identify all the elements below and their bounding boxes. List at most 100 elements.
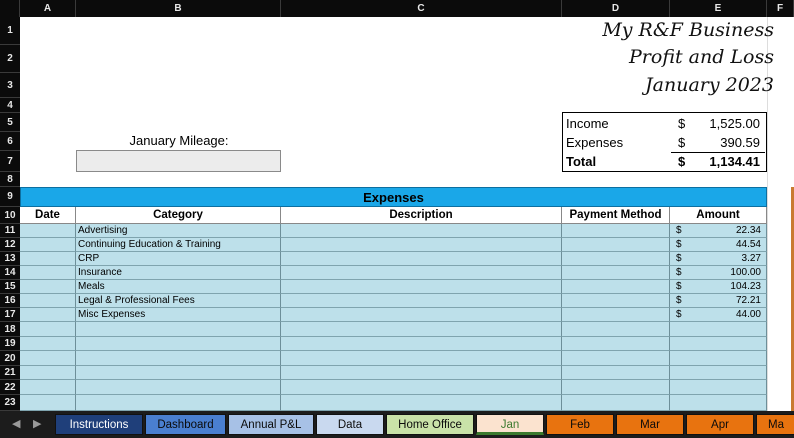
cell-amount-row-12[interactable] — [670, 380, 767, 395]
row-header-2[interactable]: 2 — [0, 45, 20, 73]
cell-description-row-5[interactable] — [281, 280, 562, 294]
row-header-4[interactable]: 4 — [0, 98, 20, 113]
row-header-20[interactable]: 20 — [0, 351, 20, 366]
row-header-1[interactable]: 1 — [0, 17, 20, 45]
cell-date-row-1[interactable] — [20, 224, 76, 238]
cell-payment-row-6[interactable] — [562, 294, 670, 308]
row-header-12[interactable]: 12 — [0, 238, 20, 252]
column-header-f[interactable]: F — [767, 0, 794, 17]
row-header-13[interactable]: 13 — [0, 252, 20, 266]
scroll-tabs-left-icon[interactable]: ◀ — [12, 417, 20, 430]
cell-date-row-6[interactable] — [20, 294, 76, 308]
cell-category-row-2[interactable]: Continuing Education & Training — [76, 238, 281, 252]
column-header-e[interactable]: E — [670, 0, 767, 17]
cell-date-row-12[interactable] — [20, 380, 76, 395]
cell-date-row-3[interactable] — [20, 252, 76, 266]
cell-payment-row-4[interactable] — [562, 266, 670, 280]
cell-date-row-9[interactable] — [20, 337, 76, 351]
select-all-corner[interactable] — [0, 0, 20, 17]
cell-payment-row-10[interactable] — [562, 351, 670, 366]
total-row[interactable]: Total $ 1,134.41 — [563, 152, 766, 171]
sheet-tab-apr[interactable]: Apr — [686, 414, 754, 435]
row-header-17[interactable]: 17 — [0, 308, 20, 322]
row-header-16[interactable]: 16 — [0, 294, 20, 308]
sheet-tab-instructions[interactable]: Instructions — [55, 414, 143, 435]
cell-category-row-6[interactable]: Legal & Professional Fees — [76, 294, 281, 308]
cell-date-row-7[interactable] — [20, 308, 76, 322]
row-header-11[interactable]: 11 — [0, 224, 20, 238]
scroll-tabs-right-icon[interactable]: ▶ — [33, 417, 41, 430]
cell-date-row-13[interactable] — [20, 395, 76, 411]
cell-description-row-2[interactable] — [281, 238, 562, 252]
sheet-tab-mar[interactable]: Mar — [616, 414, 684, 435]
cell-description-row-8[interactable] — [281, 322, 562, 337]
column-header-d[interactable]: D — [562, 0, 670, 17]
cell-description-row-11[interactable] — [281, 366, 562, 380]
cell-amount-row-13[interactable] — [670, 395, 767, 411]
cell-description-row-3[interactable] — [281, 252, 562, 266]
column-header-b[interactable]: B — [76, 0, 281, 17]
cell-payment-row-11[interactable] — [562, 366, 670, 380]
cell-category-row-3[interactable]: CRP — [76, 252, 281, 266]
row-header-18[interactable]: 18 — [0, 322, 20, 337]
mileage-input[interactable] — [76, 150, 281, 172]
cell-amount-row-8[interactable] — [670, 322, 767, 337]
expenses-band-title[interactable]: Expenses — [20, 187, 767, 207]
row-header-21[interactable]: 21 — [0, 366, 20, 380]
cell-category-row-7[interactable]: Misc Expenses — [76, 308, 281, 322]
row-header-23[interactable]: 23 — [0, 395, 20, 411]
cell-payment-row-9[interactable] — [562, 337, 670, 351]
cell-description-row-12[interactable] — [281, 380, 562, 395]
cell-category-row-8[interactable] — [76, 322, 281, 337]
row-header-22[interactable]: 22 — [0, 380, 20, 395]
cell-date-row-11[interactable] — [20, 366, 76, 380]
cell-payment-row-2[interactable] — [562, 238, 670, 252]
cell-category-row-10[interactable] — [76, 351, 281, 366]
sheet-tab-annual-p-l[interactable]: Annual P&L — [228, 414, 314, 435]
cell-description-row-10[interactable] — [281, 351, 562, 366]
row-header-8[interactable]: 8 — [0, 172, 20, 187]
header-category[interactable]: Category — [76, 207, 281, 224]
cell-date-row-5[interactable] — [20, 280, 76, 294]
header-date[interactable]: Date — [20, 207, 76, 224]
cell-date-row-10[interactable] — [20, 351, 76, 366]
cell-category-row-11[interactable] — [76, 366, 281, 380]
sheet-tab-jan[interactable]: Jan — [476, 414, 544, 435]
sheet-tab-home-office[interactable]: Home Office — [386, 414, 474, 435]
sheet-tab-dashboard[interactable]: Dashboard — [145, 414, 226, 435]
cell-description-row-7[interactable] — [281, 308, 562, 322]
cell-amount-row-6[interactable]: $72.21 — [670, 294, 767, 308]
cell-date-row-4[interactable] — [20, 266, 76, 280]
cell-amount-row-2[interactable]: $44.54 — [670, 238, 767, 252]
cell-amount-row-1[interactable]: $22.34 — [670, 224, 767, 238]
cell-description-row-6[interactable] — [281, 294, 562, 308]
cell-payment-row-1[interactable] — [562, 224, 670, 238]
cell-description-row-4[interactable] — [281, 266, 562, 280]
row-header-9[interactable]: 9 — [0, 187, 20, 207]
cell-payment-row-3[interactable] — [562, 252, 670, 266]
cell-amount-row-10[interactable] — [670, 351, 767, 366]
row-header-14[interactable]: 14 — [0, 266, 20, 280]
cell-date-row-2[interactable] — [20, 238, 76, 252]
cell-amount-row-9[interactable] — [670, 337, 767, 351]
cell-payment-row-12[interactable] — [562, 380, 670, 395]
cell-category-row-1[interactable]: Advertising — [76, 224, 281, 238]
cell-amount-row-5[interactable]: $104.23 — [670, 280, 767, 294]
row-header-3[interactable]: 3 — [0, 73, 20, 98]
cell-description-row-1[interactable] — [281, 224, 562, 238]
row-header-5[interactable]: 5 — [0, 113, 20, 132]
cell-category-row-9[interactable] — [76, 337, 281, 351]
column-header-a[interactable]: A — [20, 0, 76, 17]
cell-payment-row-13[interactable] — [562, 395, 670, 411]
cell-payment-row-8[interactable] — [562, 322, 670, 337]
cell-category-row-4[interactable]: Insurance — [76, 266, 281, 280]
header-amount[interactable]: Amount — [670, 207, 767, 224]
cell-amount-row-3[interactable]: $3.27 — [670, 252, 767, 266]
cell-category-row-13[interactable] — [76, 395, 281, 411]
cell-amount-row-11[interactable] — [670, 366, 767, 380]
row-header-7[interactable]: 7 — [0, 151, 20, 172]
expenses-row[interactable]: Expenses $ 390.59 — [563, 133, 766, 152]
sheet-tab-feb[interactable]: Feb — [546, 414, 614, 435]
header-payment-method[interactable]: Payment Method — [562, 207, 670, 224]
cell-payment-row-5[interactable] — [562, 280, 670, 294]
